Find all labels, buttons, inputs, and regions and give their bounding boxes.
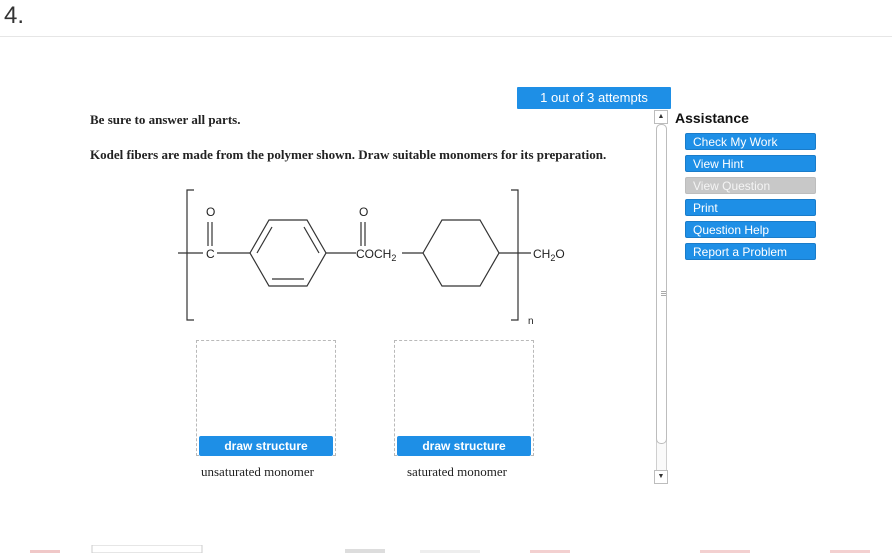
header-divider: [0, 36, 892, 37]
draw-structure-button-saturated[interactable]: draw structure: [397, 436, 531, 456]
check-my-work-button[interactable]: Check My Work: [685, 133, 816, 150]
question-prompt: Kodel fibers are made from the polymer s…: [90, 147, 607, 162]
carbonyl-carbon-1: C: [206, 247, 215, 261]
ester-subscript: 2: [391, 253, 396, 263]
question-number: 4.: [4, 2, 25, 29]
carbonyl-oxygen-1: O: [206, 205, 215, 219]
svg-text:COCH2: COCH2: [356, 247, 396, 263]
right-bracket: [511, 189, 519, 321]
scroll-up-button[interactable]: ▲: [654, 110, 668, 124]
report-problem-button[interactable]: Report a Problem: [685, 243, 816, 260]
left-bracket: [186, 189, 194, 321]
print-button[interactable]: Print: [685, 199, 816, 216]
bottom-navigation-strip: [30, 545, 870, 553]
end-group: CH: [533, 247, 550, 261]
question-help-button[interactable]: Question Help: [685, 221, 816, 238]
view-hint-button[interactable]: View Hint: [685, 155, 816, 172]
scroll-down-button[interactable]: ▼: [654, 470, 668, 484]
repeat-unit-n: n: [528, 316, 534, 327]
carbonyl-oxygen-2: O: [359, 205, 368, 219]
draw-structure-button-unsaturated[interactable]: draw structure: [199, 436, 333, 456]
grip-icon: [661, 291, 666, 292]
content-scrollbar[interactable]: ▲ ▼: [654, 110, 668, 488]
polymer-structure: O C O COCH2 CH2O n: [178, 189, 565, 327]
unsaturated-monomer-caption: unsaturated monomer: [201, 464, 314, 479]
saturated-monomer-caption: saturated monomer: [407, 464, 507, 479]
end-oxygen: O: [555, 247, 564, 261]
scroll-thumb[interactable]: [656, 124, 667, 444]
attempts-banner: 1 out of 3 attempts: [517, 87, 671, 109]
instruction-text: Be sure to answer all parts.: [90, 112, 241, 127]
ester-group: COCH: [356, 247, 391, 261]
svg-text:CH2O: CH2O: [533, 247, 565, 263]
assistance-title: Assistance: [675, 110, 749, 126]
view-question-button: View Question: [685, 177, 816, 194]
